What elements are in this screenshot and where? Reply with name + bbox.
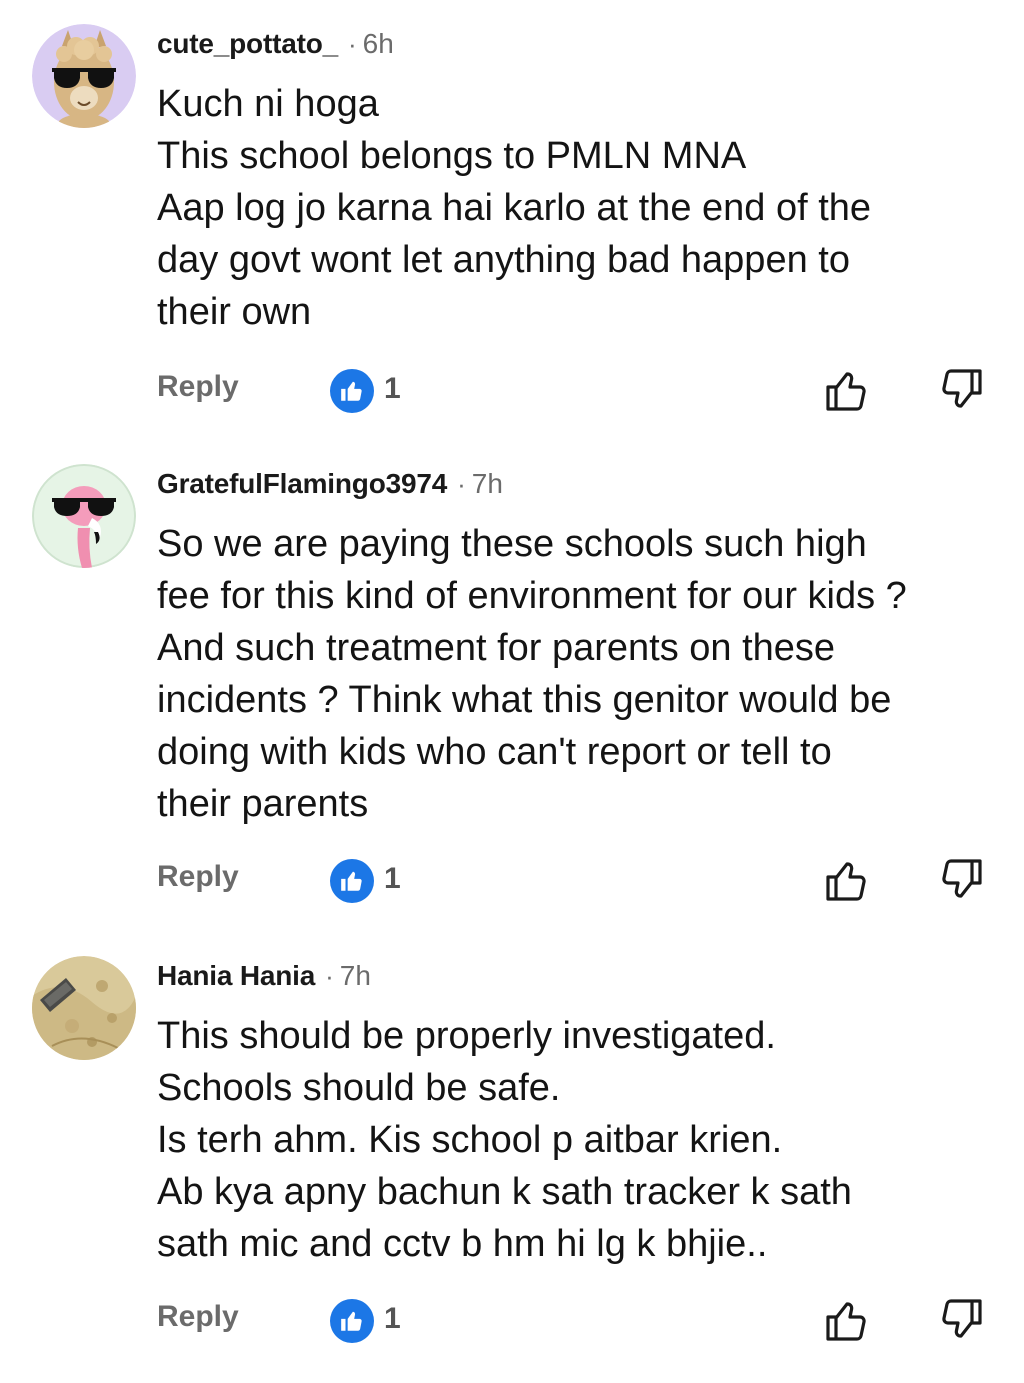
like-count: 1 [384, 372, 401, 405]
thumbs-up-badge-icon [330, 859, 374, 903]
photo-avatar[interactable] [32, 956, 136, 1060]
comment-meta: cute_pottato_ · 6h [157, 24, 394, 64]
timestamp: 7h [471, 468, 503, 499]
flamingo-sunglasses-avatar[interactable] [32, 464, 136, 568]
meta-separator: · [347, 28, 357, 59]
thumbs-up-icon[interactable] [822, 366, 870, 414]
comment-line: Schools should be safe. [157, 1067, 561, 1109]
comment-line: And such treatment for parents on these [157, 627, 836, 669]
reply-button[interactable]: Reply [157, 370, 239, 404]
comment-body: This should be properly investigated. Sc… [157, 1010, 1002, 1270]
reply-button[interactable]: Reply [157, 1300, 239, 1334]
comment-line: sath mic and cctv b hm hi lg k bhjie.. [157, 1223, 768, 1265]
comment-body: So we are paying these schools such high… [157, 518, 1002, 830]
comments-thread: cute_pottato_ · 6h Kuch ni hoga This sch… [0, 0, 1024, 1383]
comment-line: Is terh ahm. Kis school p aitbar krien. [157, 1119, 783, 1161]
comment-body: Kuch ni hoga This school belongs to PMLN… [157, 78, 1002, 338]
comment-line: fee for this kind of environment for our… [157, 575, 907, 617]
thumbs-down-icon[interactable] [938, 366, 986, 414]
comment-meta: GratefulFlamingo3974 · 7h [157, 464, 503, 504]
comment-line: Ab kya apny bachun k sath tracker k sath [157, 1171, 852, 1213]
thumbs-up-icon[interactable] [822, 1296, 870, 1344]
thumbs-up-badge-icon [330, 1299, 374, 1343]
thumbs-down-icon[interactable] [938, 1296, 986, 1344]
comment-line: their own [157, 291, 312, 333]
meta-separator: · [457, 468, 466, 499]
comment-line: Aap log jo karna hai karlo at the end of… [157, 187, 872, 229]
like-count: 1 [384, 1302, 401, 1335]
thumbs-down-icon[interactable] [938, 856, 986, 904]
comment-line: Kuch ni hoga [157, 83, 379, 125]
thumbs-up-icon[interactable] [822, 856, 870, 904]
like-count: 1 [384, 862, 401, 895]
timestamp: 7h [339, 960, 371, 991]
comment-actions: Reply 1 [0, 856, 1024, 906]
username[interactable]: GratefulFlamingo3974 [157, 468, 447, 500]
comment-meta: Hania Hania · 7h [157, 956, 371, 996]
timestamp: 6h [362, 28, 394, 59]
username[interactable]: Hania Hania [157, 960, 315, 992]
thumbs-up-badge-icon [330, 369, 374, 413]
comment-actions: Reply 1 [0, 366, 1024, 416]
comment-line: This school belongs to PMLN MNA [157, 135, 747, 177]
alpaca-sunglasses-avatar[interactable] [32, 24, 136, 128]
meta-separator: · [325, 960, 334, 991]
comment-line: their parents [157, 783, 369, 825]
comment-line: So we are paying these schools such high [157, 523, 867, 565]
comment-line: incidents ? Think what this genitor woul… [157, 679, 892, 721]
reply-button[interactable]: Reply [157, 860, 239, 894]
comment-line: This should be properly investigated. [157, 1015, 776, 1057]
comment-line: doing with kids who can't report or tell… [157, 731, 832, 773]
comment-line: day govt wont let anything bad happen to [157, 239, 850, 281]
username[interactable]: cute_pottato_ [157, 28, 338, 60]
comment-actions: Reply 1 [0, 1296, 1024, 1346]
